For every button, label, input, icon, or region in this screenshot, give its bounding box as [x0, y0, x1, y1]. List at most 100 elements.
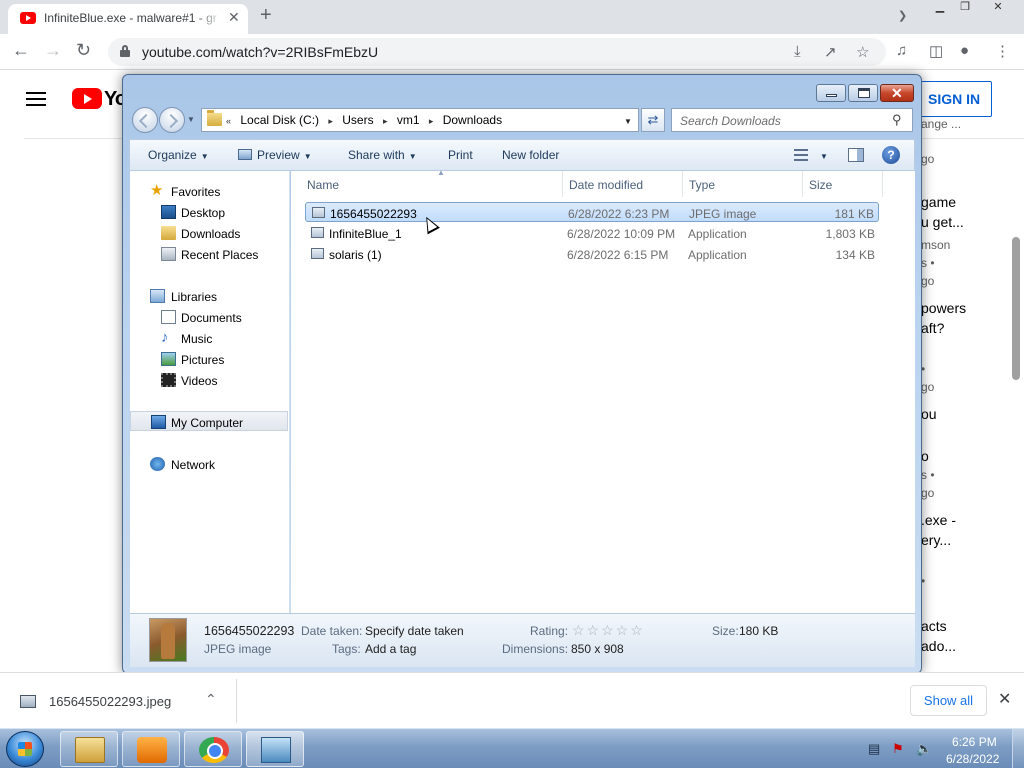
breadcrumb-item[interactable]: Users [342, 113, 373, 127]
nav-item-desktop[interactable]: Desktop [130, 202, 288, 222]
column-header-date-modified[interactable]: Date modified [563, 171, 683, 197]
suggestion-title[interactable]: ado... [921, 638, 1021, 654]
tags-value[interactable]: Add a tag [365, 642, 416, 656]
page-scrollbar-thumb[interactable] [1012, 237, 1020, 380]
taskbar-chrome-button[interactable] [184, 731, 242, 767]
suggestion-title[interactable]: acts [921, 618, 1021, 634]
explorer-maximize-button[interactable] [848, 84, 878, 102]
volume-icon[interactable]: 🔈 [916, 741, 932, 756]
breadcrumb-separator-icon[interactable]: ▸ [429, 116, 434, 126]
share-icon[interactable]: ↗ [824, 43, 837, 61]
youtube-logo-icon[interactable] [72, 88, 102, 109]
side-panel-icon[interactable]: ◫ [929, 42, 943, 60]
nav-item-favorites[interactable]: ★ Favorites [130, 181, 288, 201]
share-with-button[interactable]: Share with ▼ [348, 148, 417, 162]
address-dropdown-icon[interactable]: ▼ [624, 117, 632, 126]
date-taken-value[interactable]: Specify date taken [365, 624, 464, 638]
lock-icon[interactable] [120, 45, 130, 57]
column-header-size[interactable]: Size [803, 171, 883, 197]
image-file-icon [312, 207, 325, 218]
breadcrumb-item[interactable]: vm1 [397, 113, 420, 127]
recent-pages-chevron-icon[interactable]: ▼ [187, 115, 195, 124]
nav-item-music[interactable]: ♪ Music [130, 328, 288, 348]
preview-pane-icon[interactable] [848, 148, 864, 162]
nav-item-my-computer[interactable]: My Computer [130, 411, 288, 431]
install-app-icon[interactable]: ⤓ [794, 43, 801, 60]
suggestion-title[interactable]: game [921, 194, 1021, 210]
refresh-button[interactable]: ⇄ [641, 108, 665, 132]
suggestion-title[interactable]: u get... [921, 214, 1021, 230]
search-input[interactable]: Search Downloads ⚲ [671, 108, 913, 132]
browser-close-button[interactable]: ✕ [986, 1, 1010, 16]
nav-item-network[interactable]: Network [130, 454, 288, 474]
search-icon[interactable]: ⚲ [892, 112, 902, 128]
file-row[interactable]: solaris (1) 6/28/2022 6:15 PM Applicatio… [305, 244, 879, 264]
file-row[interactable]: InfiniteBlue_1 6/28/2022 10:09 PM Applic… [305, 223, 879, 243]
close-icon[interactable]: ✕ [998, 689, 1011, 709]
nav-item-recent-places[interactable]: Recent Places [130, 244, 288, 264]
view-options-chevron-icon[interactable]: ▼ [820, 152, 828, 161]
breadcrumb-separator-icon[interactable]: ▸ [383, 116, 388, 126]
breadcrumb-separator-icon[interactable]: ▸ [328, 116, 333, 126]
column-header-type[interactable]: Type [683, 171, 803, 197]
explorer-close-button[interactable]: ✕ [880, 84, 914, 102]
action-center-flag-icon[interactable]: ⚑ [892, 741, 906, 756]
tab-search-chevron-icon[interactable]: ❯ [898, 9, 907, 22]
chevron-up-icon[interactable]: ⌃ [205, 691, 217, 708]
sign-in-button[interactable]: SIGN IN [914, 81, 992, 117]
media-controls-icon[interactable]: ♫ [896, 42, 907, 59]
taskbar-explorer-button[interactable] [60, 731, 118, 767]
taskbar-media-player-button[interactable] [122, 731, 180, 767]
help-icon[interactable]: ? [882, 146, 900, 164]
clock-date[interactable]: 6/28/2022 [946, 752, 999, 766]
browser-restore-button[interactable]: ❐ [953, 1, 977, 16]
explorer-forward-button[interactable] [159, 107, 185, 133]
suggestion-title[interactable]: ou [921, 406, 1021, 422]
bookmark-star-icon[interactable]: ☆ [856, 43, 869, 61]
url-text[interactable]: youtube.com/watch?v=2RIBsFmEbzU [142, 44, 378, 60]
show-desktop-button[interactable] [1012, 729, 1024, 768]
breadcrumb-item[interactable]: Local Disk (C:) [240, 113, 319, 127]
browser-tab[interactable]: InfiniteBlue.exe - malware#1 - gr ✕ [8, 4, 248, 34]
explorer-minimize-button[interactable] [816, 84, 846, 102]
forward-arrow-icon[interactable]: → [44, 40, 62, 61]
print-button[interactable]: Print [448, 148, 473, 162]
reload-icon[interactable]: ↻ [76, 40, 91, 61]
nav-item-downloads[interactable]: Downloads [130, 223, 288, 243]
tab-close-icon[interactable]: ✕ [228, 9, 240, 26]
suggestion-title[interactable]: o [921, 448, 1021, 464]
clock-time[interactable]: 6:26 PM [952, 735, 997, 749]
explorer-address-bar[interactable]: « Local Disk (C:) ▸ Users ▸ vm1 ▸ Downlo… [201, 108, 639, 132]
nav-item-libraries[interactable]: Libraries [130, 286, 288, 306]
address-bar[interactable]: youtube.com/watch?v=2RIBsFmEbzU ⤓ ↗ ☆ [108, 38, 886, 66]
kebab-menu-icon[interactable]: ⋮ [995, 42, 1010, 60]
organize-button[interactable]: Organize ▼ [148, 148, 209, 162]
breadcrumb-item[interactable]: Downloads [443, 113, 502, 127]
network-tray-icon[interactable]: ▤ [868, 741, 882, 756]
taskbar-image-viewer-button[interactable] [246, 731, 304, 767]
show-all-button[interactable]: Show all [910, 685, 987, 716]
new-tab-button[interactable]: + [260, 4, 272, 27]
suggestion-title[interactable]: .exe - [921, 512, 1021, 528]
breadcrumb-overflow-icon[interactable]: « [226, 116, 231, 126]
nav-item-documents[interactable]: Documents [130, 307, 288, 327]
hamburger-menu-icon[interactable] [26, 92, 46, 106]
suggestion-title[interactable]: ery... [921, 532, 1021, 548]
nav-item-pictures[interactable]: Pictures [130, 349, 288, 369]
profile-avatar-icon[interactable]: ● [960, 42, 969, 59]
start-button[interactable] [6, 731, 44, 767]
new-folder-button[interactable]: New folder [502, 148, 559, 162]
rating-stars[interactable]: ☆☆☆☆☆ [572, 622, 645, 639]
suggestion-title[interactable]: aft? [921, 320, 1021, 336]
explorer-back-button[interactable] [132, 107, 158, 133]
browser-minimize-button[interactable]: ▁ [928, 1, 952, 16]
size-value: 180 KB [739, 624, 779, 638]
back-arrow-icon[interactable]: ← [12, 40, 30, 61]
preview-button[interactable]: Preview ▼ [238, 148, 312, 162]
download-item-name[interactable]: 1656455022293.jpeg [49, 694, 171, 709]
column-header-name[interactable]: Name ▲ [301, 168, 563, 197]
nav-item-videos[interactable]: Videos [130, 370, 288, 390]
change-view-icon[interactable] [794, 149, 808, 161]
suggestion-title[interactable]: powers [921, 300, 1021, 316]
file-row[interactable]: 1656455022293 6/28/2022 6:23 PM JPEG ima… [305, 202, 879, 222]
